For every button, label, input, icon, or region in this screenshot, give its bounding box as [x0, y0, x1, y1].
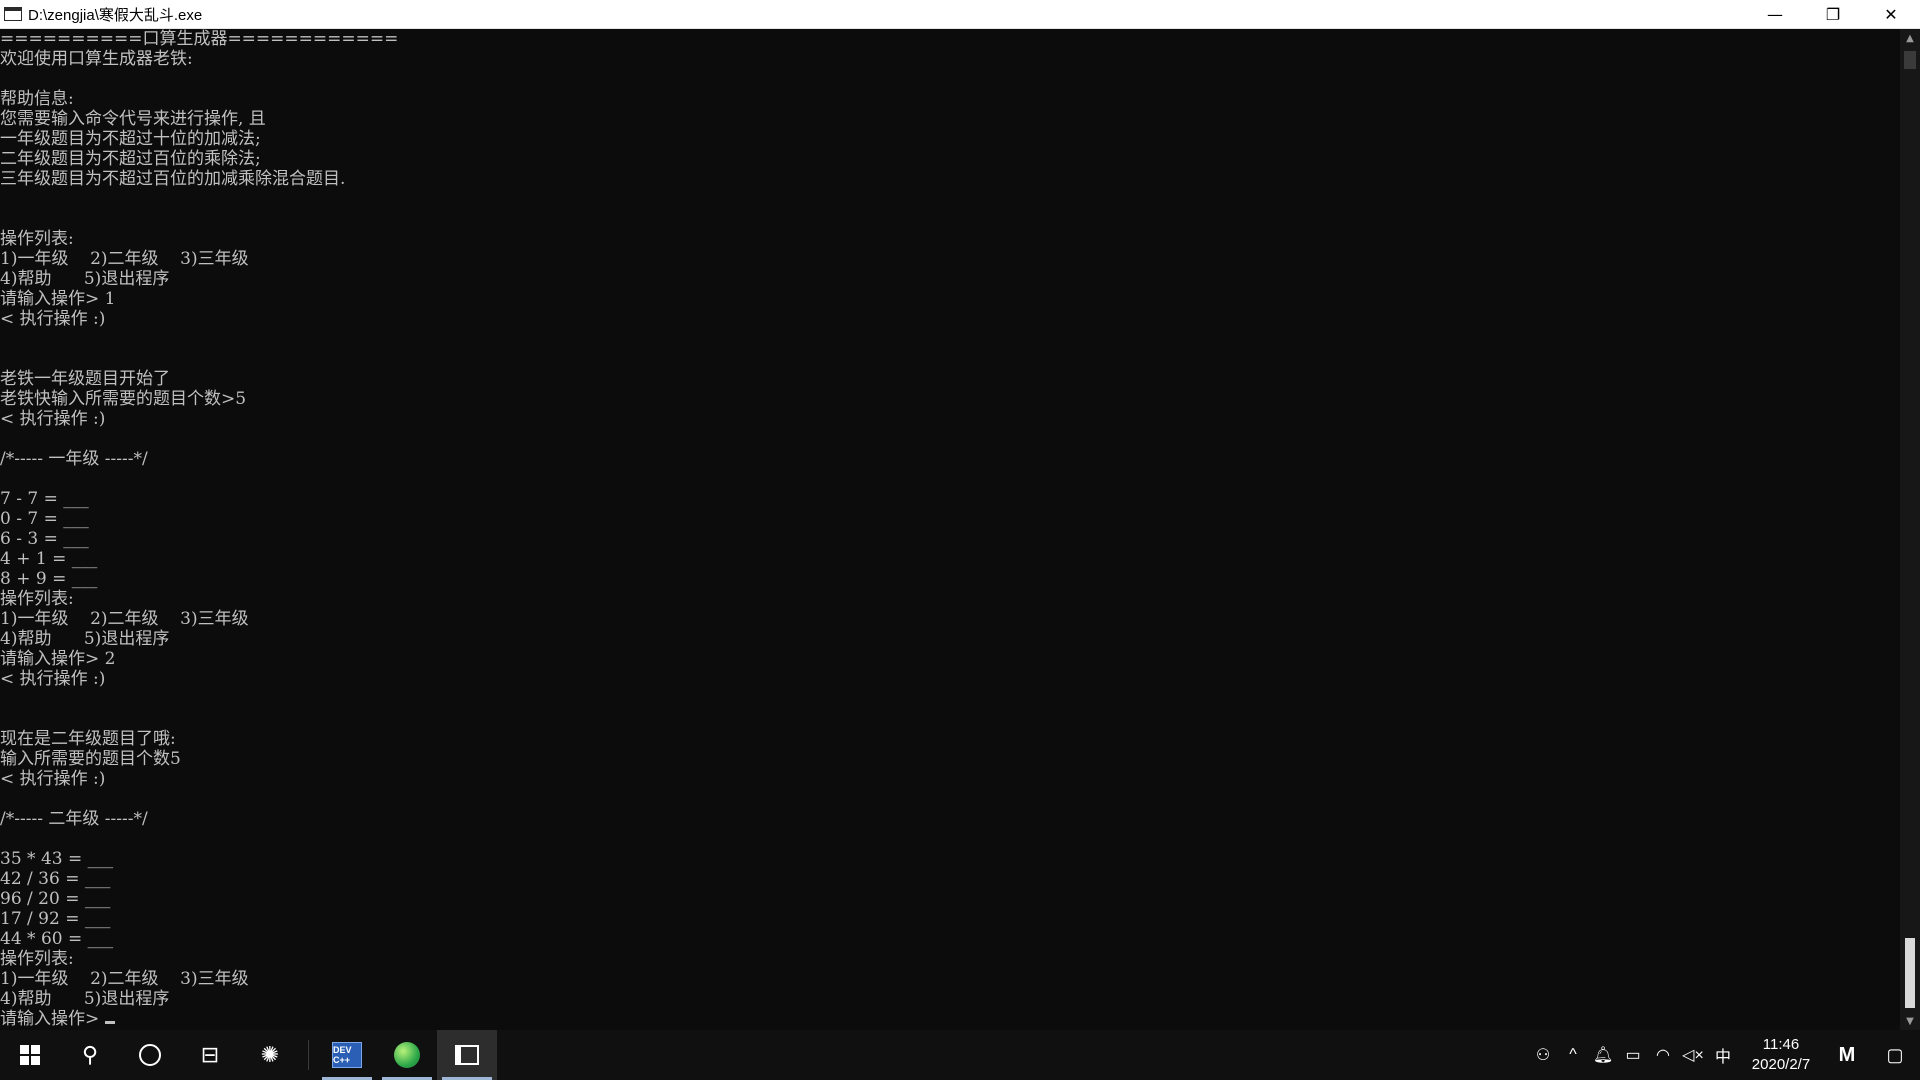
chevron-up-icon[interactable]: ^ [1558, 1030, 1588, 1080]
console-line: 老铁快输入所需要的题目个数>5 [0, 389, 247, 409]
console-line: 1)一年级 2)二年级 3)三年级 [0, 609, 249, 629]
console-line: 一年级题目为不超过十位的加减法; [0, 129, 261, 149]
people-icon[interactable]: ⚇ [1528, 1030, 1558, 1080]
system-tray: ⚇ ^ 🔔︎ ▭ ◠ ◁× 中 11:46 2020/2/7 M ▢ [1528, 1030, 1920, 1080]
taskbar-app-console[interactable] [437, 1030, 497, 1080]
taskbar-separator [308, 1040, 309, 1070]
console-line: 8 + 9 = ___ [0, 569, 98, 589]
console-line: 42 / 36 = ___ [0, 869, 111, 889]
taskbar-app-browser[interactable] [377, 1030, 437, 1080]
close-button[interactable]: ✕ [1862, 0, 1920, 29]
action-center-icon[interactable]: ▢ [1870, 1045, 1920, 1066]
console-line: 三年级题目为不超过百位的加减乘除混合题目. [0, 169, 346, 189]
console-line: 老铁一年级题目开始了 [0, 369, 170, 389]
console-line: /*----- 一年级 -----*/ [0, 449, 148, 469]
console-line: 请输入操作> 1 [0, 289, 116, 309]
scroll-up-arrow-icon[interactable]: ▲ [1900, 29, 1920, 47]
window-controls: — ❐ ✕ [1746, 0, 1920, 29]
taskbar: ⚲ ⊟ ✺ DEV C++ ⚇ ^ 🔔︎ ▭ ◠ ◁× 中 11:46 2020… [0, 1030, 1920, 1080]
task-view-icon: ⊟ [200, 1042, 220, 1068]
console-output[interactable]: ==========口算生成器============ 欢迎使用口算生成器老铁: … [0, 29, 1900, 1030]
console-line: 帮助信息: [0, 89, 74, 109]
scroll-down-arrow-icon[interactable]: ▼ [1900, 1012, 1920, 1030]
green-browser-icon [394, 1042, 420, 1068]
console-prompt: 请输入操作> [0, 1009, 105, 1029]
console-line: 您需要输入命令代号来进行操作, 且 [0, 109, 266, 129]
search-button[interactable]: ⚲ [60, 1030, 120, 1080]
window-title: D:\zengjia\寒假大乱斗.exe [28, 6, 203, 24]
console-line: 44 * 60 = ___ [0, 929, 114, 949]
text-cursor [104, 1021, 115, 1024]
console-line: 17 / 92 = ___ [0, 909, 111, 929]
console-line: 0 - 7 = ___ [0, 509, 89, 529]
minimize-button[interactable]: — [1746, 0, 1804, 29]
cortana-circle-icon [139, 1044, 161, 1066]
console-line: 7 - 7 = ___ [0, 489, 89, 509]
windows-logo-icon [20, 1045, 40, 1065]
console-line: 现在是二年级题目了哦: [0, 729, 176, 749]
console-line: /*----- 二年级 -----*/ [0, 809, 148, 829]
ime-indicator[interactable]: 中 [1708, 1030, 1738, 1080]
console-line: 4)帮助 5)退出程序 [0, 989, 170, 1009]
console-line: < 执行操作 :) [0, 409, 106, 429]
restore-button[interactable]: ❐ [1804, 0, 1862, 29]
scrollbar-thumb[interactable] [1905, 938, 1915, 1008]
console-line: 操作列表: [0, 589, 74, 609]
console-window-icon [455, 1045, 479, 1065]
console-line: ==========口算生成器============ [0, 29, 399, 49]
console-line: 4 + 1 = ___ [0, 549, 98, 569]
scrollbar-track-marker [1904, 51, 1916, 69]
vertical-scrollbar[interactable]: ▲ ▼ [1900, 29, 1920, 1030]
console-line: 96 / 20 = ___ [0, 889, 111, 909]
clock-date: 2020/2/7 [1751, 1056, 1811, 1073]
console-line: 操作列表: [0, 949, 74, 969]
console-line: < 执行操作 :) [0, 769, 106, 789]
console-line: 操作列表: [0, 229, 74, 249]
notification-bell-icon[interactable]: 🔔︎ [1588, 1030, 1618, 1080]
task-view-button[interactable]: ⊟ [180, 1030, 240, 1080]
console-line: 请输入操作> 2 [0, 649, 116, 669]
console-line: 6 - 3 = ___ [0, 529, 89, 549]
console-line: 欢迎使用口算生成器老铁: [0, 49, 193, 69]
wifi-icon[interactable]: ◠ [1648, 1030, 1678, 1080]
devcpp-icon: DEV C++ [332, 1042, 362, 1068]
battery-icon[interactable]: ▭ [1618, 1030, 1648, 1080]
console-line: < 执行操作 :) [0, 669, 106, 689]
console-prompt-line[interactable]: 请输入操作> [0, 1009, 1900, 1029]
window-titlebar[interactable]: D:\zengjia\寒假大乱斗.exe — ❐ ✕ [0, 0, 1920, 29]
console-text: ==========口算生成器============ 欢迎使用口算生成器老铁: … [0, 29, 1900, 1029]
console-line: 二年级题目为不超过百位的乘除法; [0, 149, 261, 169]
clock-time: 11:46 [1762, 1036, 1800, 1053]
console-line: 输入所需要的题目个数5 [0, 749, 181, 769]
taskbar-app-swirl[interactable]: ✺ [240, 1030, 300, 1080]
taskbar-app-devcpp[interactable]: DEV C++ [317, 1030, 377, 1080]
console-line: 4)帮助 5)退出程序 [0, 629, 170, 649]
cortana-button[interactable] [120, 1030, 180, 1080]
clock[interactable]: 11:46 2020/2/7 [1738, 1035, 1824, 1075]
volume-muted-icon[interactable]: ◁× [1678, 1030, 1708, 1080]
console-line: 1)一年级 2)二年级 3)三年级 [0, 969, 249, 989]
console-line: < 执行操作 :) [0, 309, 106, 329]
console-line: 1)一年级 2)二年级 3)三年级 [0, 249, 249, 269]
start-button[interactable] [0, 1030, 60, 1080]
console-line: 35 * 43 = ___ [0, 849, 114, 869]
swirl-app-icon: ✺ [260, 1042, 280, 1068]
console-line: 4)帮助 5)退出程序 [0, 269, 170, 289]
search-icon: ⚲ [81, 1042, 99, 1068]
m-app-icon[interactable]: M [1824, 1044, 1870, 1067]
console-app-icon [4, 7, 22, 21]
